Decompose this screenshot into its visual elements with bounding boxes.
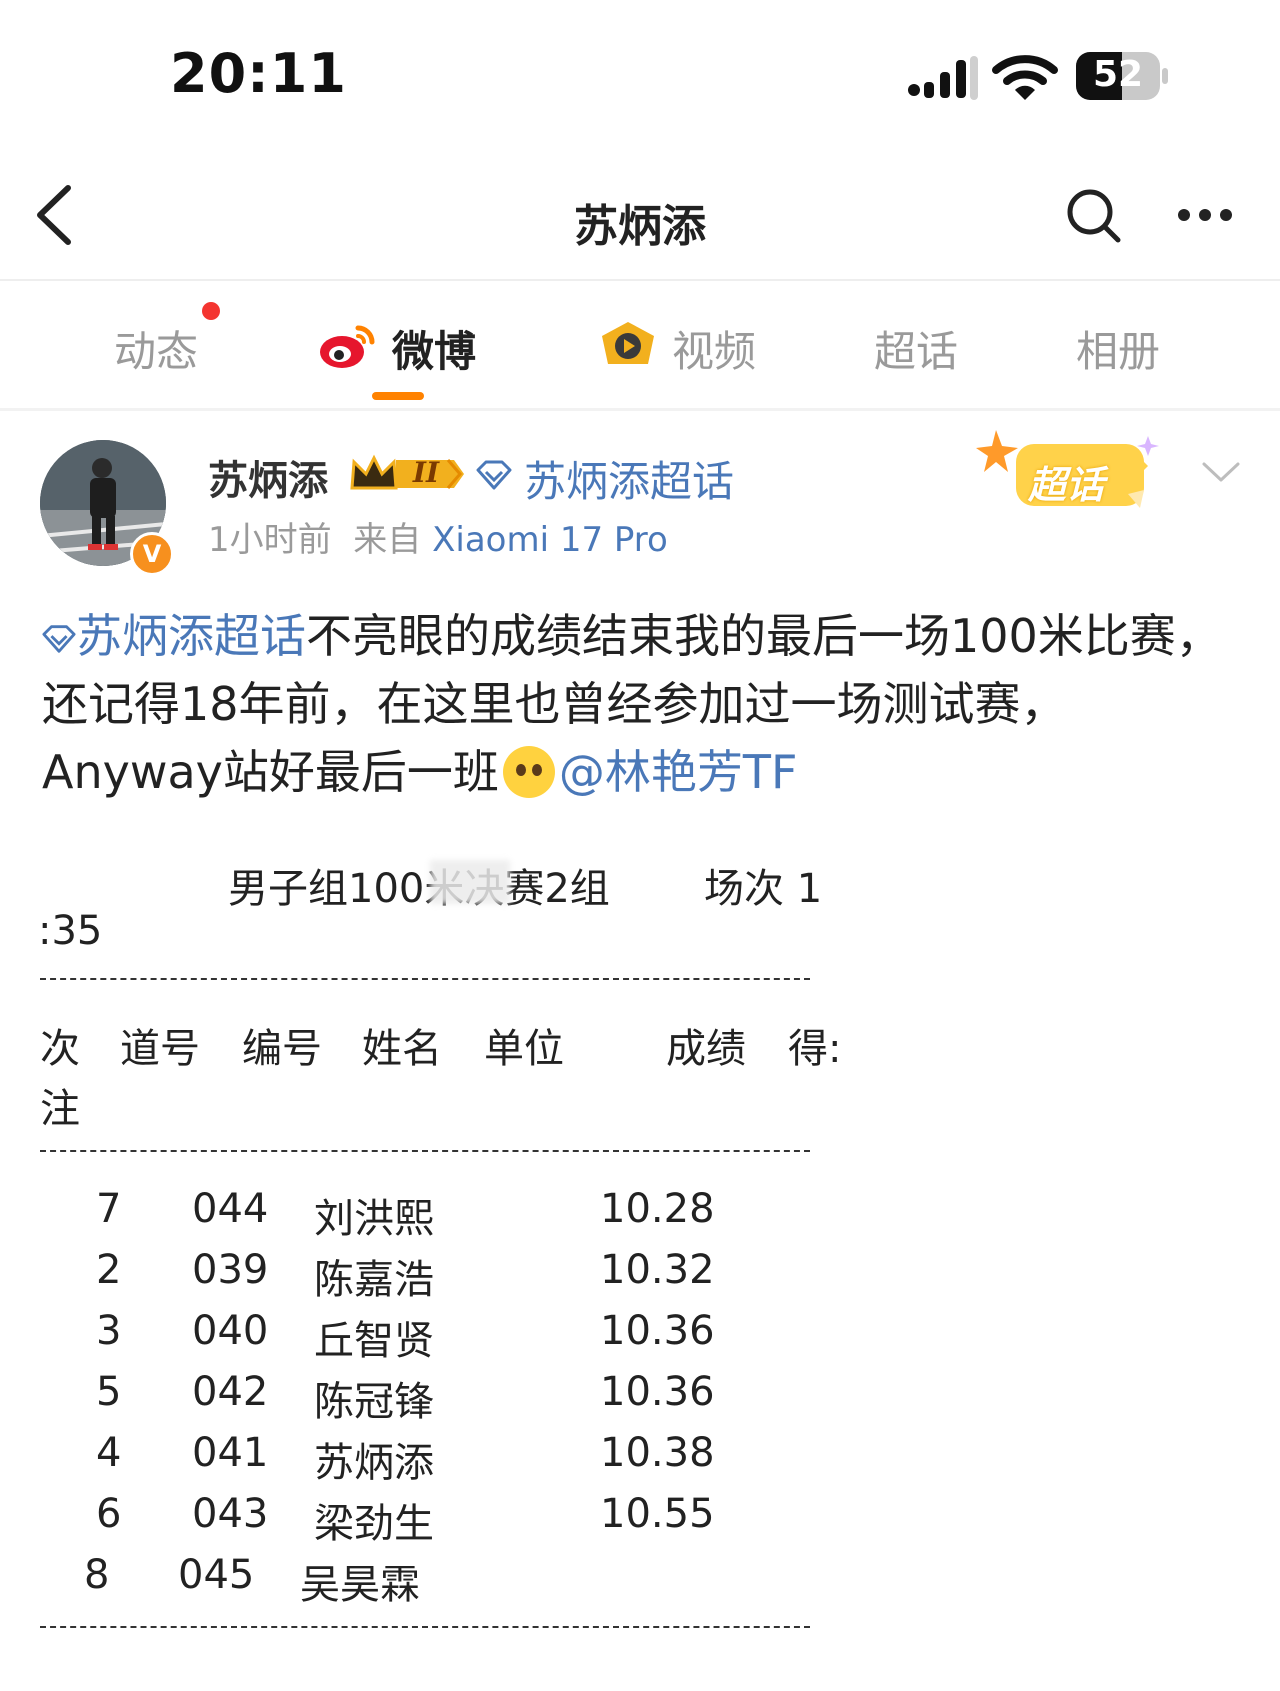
cell-lane: 4 <box>96 1430 122 1476</box>
active-tab-indicator <box>372 392 424 400</box>
author-name[interactable]: 苏炳添 <box>208 448 328 506</box>
sheet-time: :35 <box>38 908 103 954</box>
post-meta: 1小时前 来自 Xiaomi 17 Pro <box>208 512 668 561</box>
cell-lane: 6 <box>96 1491 122 1537</box>
cell-lane: 8 <box>84 1552 110 1598</box>
crying-emoji-icon <box>502 746 555 798</box>
cell-name: 陈嘉浩 <box>314 1257 434 1303</box>
cell-lane: 7 <box>96 1186 122 1232</box>
col-header: 编号 <box>242 1026 322 1072</box>
col-header-note: 注 <box>40 1086 80 1132</box>
col-header: 姓名 <box>362 1026 442 1072</box>
post-text: 苏炳添超话不亮眼的成绩结束我的最后一场100米比赛，还记得18年前，在这里也曾经… <box>42 602 1242 806</box>
supertopic-diamond-icon <box>476 460 512 490</box>
search-icon[interactable] <box>1064 186 1124 246</box>
dashed-divider <box>40 1626 810 1628</box>
cell-id: 043 <box>192 1491 269 1537</box>
nav-divider <box>0 279 1280 281</box>
post-time: 1小时前 <box>208 520 332 560</box>
supertopic-badge[interactable]: 超话 <box>976 424 1176 532</box>
tab-album[interactable]: 相册 <box>1076 318 1160 379</box>
post-topic-link[interactable]: 苏炳添超话 <box>76 609 306 663</box>
cell-name: 丘智贤 <box>314 1318 434 1364</box>
notification-dot <box>202 302 220 320</box>
weibo-icon <box>320 325 375 368</box>
supertopic-badge-label: 超话 <box>1028 463 1105 507</box>
tabs-divider <box>0 408 1280 411</box>
video-icon <box>602 322 654 364</box>
col-header: 成绩 <box>666 1026 746 1072</box>
sheet-heading-tail: 场次 1 <box>704 866 823 912</box>
col-header: 次 <box>40 1026 80 1072</box>
cell-id: 040 <box>192 1308 269 1354</box>
supertopic-diamond-icon <box>42 625 76 653</box>
chevron-down-icon[interactable] <box>1200 456 1242 486</box>
cell-result: 10.36 <box>600 1308 715 1354</box>
tab-weibo[interactable]: 微博 <box>392 318 476 379</box>
cellular-signal-icon <box>908 56 978 100</box>
verified-badge: V <box>130 532 174 576</box>
cell-name: 陈冠锋 <box>314 1379 434 1425</box>
dashed-divider <box>40 978 810 980</box>
dashed-divider <box>40 1150 810 1152</box>
tab-supertopic[interactable]: 超话 <box>874 318 958 379</box>
mention-link[interactable]: @林艳芳TF <box>559 745 798 799</box>
crown-icon: II <box>350 452 466 496</box>
battery-icon: 52 <box>1076 52 1168 100</box>
cell-result: 10.28 <box>600 1186 715 1232</box>
cell-id: 045 <box>178 1552 255 1598</box>
sheet-heading: 男子组100米决赛2组 <box>228 866 610 912</box>
level-badge: II <box>412 456 440 489</box>
tab-video[interactable]: 视频 <box>672 318 756 379</box>
tab-dynamic[interactable]: 动态 <box>114 318 198 379</box>
battery-level: 52 <box>1092 54 1144 95</box>
col-header: 得: <box>788 1026 842 1072</box>
wifi-icon <box>992 55 1058 100</box>
cell-id: 039 <box>192 1247 269 1293</box>
post-device[interactable]: Xiaomi 17 Pro <box>432 520 668 560</box>
cell-id: 041 <box>192 1430 269 1476</box>
more-icon[interactable] <box>1176 200 1234 230</box>
cell-result: 10.55 <box>600 1491 715 1537</box>
supertopic-link[interactable]: 苏炳添超话 <box>524 448 734 509</box>
blurred-region <box>430 860 510 904</box>
col-header: 道号 <box>120 1026 200 1072</box>
cell-result: 10.38 <box>600 1430 715 1476</box>
cell-name: 刘洪熙 <box>314 1196 434 1242</box>
post-source-prefix: 来自 <box>353 520 422 560</box>
cell-lane: 3 <box>96 1308 122 1354</box>
cell-lane: 5 <box>96 1369 122 1415</box>
cell-name: 苏炳添 <box>314 1440 434 1486</box>
col-header: 单位 <box>484 1026 564 1072</box>
cell-id: 042 <box>192 1369 269 1415</box>
cell-id: 044 <box>192 1186 269 1232</box>
cell-lane: 2 <box>96 1247 122 1293</box>
cell-result: 10.32 <box>600 1247 715 1293</box>
cell-name: 吴昊霖 <box>300 1562 420 1608</box>
cell-name: 梁劲生 <box>314 1501 434 1547</box>
cell-result: 10.36 <box>600 1369 715 1415</box>
status-time: 20:11 <box>170 42 347 105</box>
